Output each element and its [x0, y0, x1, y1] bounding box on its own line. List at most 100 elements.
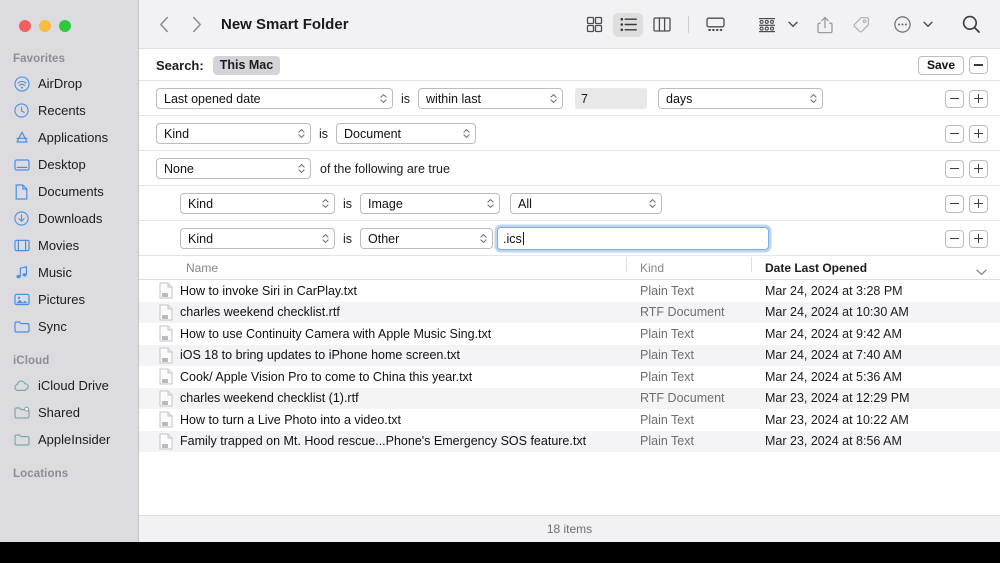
- table-row[interactable]: How to invoke Siri in CarPlay.txt Plain …: [139, 280, 1000, 302]
- search-scope-this-mac[interactable]: This Mac: [213, 56, 281, 75]
- maximize-window-button[interactable]: [59, 20, 71, 32]
- forward-button[interactable]: [187, 14, 205, 36]
- view-switcher: [579, 13, 730, 37]
- column-header-date-last-opened[interactable]: Date Last Opened: [765, 261, 1000, 275]
- minimize-window-button[interactable]: [39, 20, 51, 32]
- sidebar-item-recents[interactable]: Recents: [0, 97, 138, 124]
- file-name-cell: charles weekend checklist.rtf: [159, 304, 640, 321]
- sidebar-item-label: Documents: [38, 184, 104, 199]
- column-header-name[interactable]: Name: [186, 261, 640, 275]
- criterion-unit-select-1[interactable]: days: [658, 88, 823, 109]
- save-button[interactable]: Save: [918, 56, 964, 75]
- table-row[interactable]: iOS 18 to bring updates to iPhone home s…: [139, 345, 1000, 367]
- file-list[interactable]: How to invoke Siri in CarPlay.txt Plain …: [139, 280, 1000, 515]
- sidebar-item-sync[interactable]: Sync: [0, 313, 138, 340]
- add-criterion-button[interactable]: [969, 230, 988, 248]
- sidebar-item-music[interactable]: Music: [0, 259, 138, 286]
- sidebar-item-shared[interactable]: Shared: [0, 399, 138, 426]
- criterion-group-operator-select[interactable]: None: [156, 158, 311, 179]
- remove-criterion-button[interactable]: [945, 160, 964, 178]
- remove-criterion-button[interactable]: [969, 56, 988, 74]
- list-view-button[interactable]: [613, 13, 643, 37]
- sidebar-item-downloads[interactable]: Downloads: [0, 205, 138, 232]
- add-criterion-button[interactable]: [969, 125, 988, 143]
- criterion-attribute-select-2[interactable]: Kind: [156, 123, 311, 144]
- criterion-operator-select-5[interactable]: Other: [360, 228, 493, 249]
- criterion-attribute-select-1[interactable]: Last opened date: [156, 88, 393, 109]
- file-date-last-opened: Mar 24, 2024 at 10:30 AM: [765, 305, 1000, 319]
- criterion-row-3: None of the following are true: [139, 151, 1000, 186]
- table-row[interactable]: charles weekend checklist.rtf RTF Docume…: [139, 302, 1000, 324]
- file-date-last-opened: Mar 23, 2024 at 12:29 PM: [765, 391, 1000, 405]
- icon-view-button[interactable]: [579, 13, 609, 37]
- chevron-down-icon[interactable]: [786, 15, 799, 35]
- criterion-text-value: .ics: [503, 232, 522, 246]
- file-name-cell: How to invoke Siri in CarPlay.txt: [159, 282, 640, 299]
- file-name: How to use Continuity Camera with Apple …: [180, 327, 491, 341]
- remove-criterion-button[interactable]: [945, 125, 964, 143]
- table-row[interactable]: How to use Continuity Camera with Apple …: [139, 323, 1000, 345]
- group-by-control[interactable]: [752, 13, 799, 37]
- sidebar-item-pictures[interactable]: Pictures: [0, 286, 138, 313]
- file-kind: Plain Text: [640, 327, 765, 341]
- sidebar-item-desktop[interactable]: Desktop: [0, 151, 138, 178]
- rtf-file-icon: [159, 390, 173, 407]
- add-criterion-button[interactable]: [969, 90, 988, 108]
- criterion-attribute-select-5[interactable]: Kind: [180, 228, 335, 249]
- text-file-icon: [159, 368, 173, 385]
- criterion-attribute-select-4[interactable]: Kind: [180, 193, 335, 214]
- file-name-cell: How to use Continuity Camera with Apple …: [159, 325, 640, 342]
- sidebar-item-documents[interactable]: Documents: [0, 178, 138, 205]
- music-note-icon: [13, 264, 30, 281]
- criterion-operator-select-2[interactable]: Document: [336, 123, 476, 144]
- criterion-number-input-1[interactable]: [575, 88, 647, 109]
- sidebar-item-label: AppleInsider: [38, 432, 110, 447]
- file-kind: Plain Text: [640, 413, 765, 427]
- criterion-third-select-4[interactable]: All: [510, 193, 662, 214]
- group-by-button[interactable]: [752, 13, 782, 37]
- add-criterion-button[interactable]: [969, 160, 988, 178]
- stepper-arrows-icon: [321, 199, 330, 208]
- back-button[interactable]: [155, 14, 173, 36]
- remove-criterion-button[interactable]: [945, 230, 964, 248]
- table-row[interactable]: Family trapped on Mt. Hood rescue...Phon…: [139, 431, 1000, 453]
- sidebar-item-appleinsider[interactable]: AppleInsider: [0, 426, 138, 453]
- main-content: New Smart Folder: [139, 0, 1000, 542]
- add-criterion-button[interactable]: [969, 195, 988, 213]
- share-button[interactable]: [810, 13, 840, 37]
- table-row[interactable]: Cook/ Apple Vision Pro to come to China …: [139, 366, 1000, 388]
- sidebar-item-applications[interactable]: Applications: [0, 124, 138, 151]
- column-header-kind[interactable]: Kind: [640, 261, 765, 275]
- sidebar-item-movies[interactable]: Movies: [0, 232, 138, 259]
- search-button[interactable]: [956, 13, 986, 37]
- tag-button[interactable]: [846, 13, 876, 37]
- sidebar-item-airdrop[interactable]: AirDrop: [0, 70, 138, 97]
- sidebar-item-label: Music: [38, 265, 72, 280]
- file-name-cell: Family trapped on Mt. Hood rescue...Phon…: [159, 433, 640, 450]
- remove-criterion-button[interactable]: [945, 90, 964, 108]
- gallery-view-button[interactable]: [700, 13, 730, 37]
- remove-criterion-button[interactable]: [945, 195, 964, 213]
- file-date-last-opened: Mar 23, 2024 at 8:56 AM: [765, 434, 1000, 448]
- criterion-operator-value: Document: [344, 127, 456, 141]
- criterion-text-input-5[interactable]: .ics: [497, 227, 769, 250]
- criterion-attribute-value: Kind: [164, 127, 291, 141]
- more-actions-button[interactable]: [887, 13, 917, 37]
- table-row[interactable]: How to turn a Live Photo into a video.tx…: [139, 409, 1000, 431]
- file-date-last-opened: Mar 24, 2024 at 3:28 PM: [765, 284, 1000, 298]
- downloads-icon: [13, 210, 30, 227]
- more-actions-control[interactable]: [887, 13, 934, 37]
- text-file-icon: [159, 325, 173, 342]
- chevron-down-icon[interactable]: [976, 263, 987, 281]
- close-window-button[interactable]: [19, 20, 31, 32]
- criterion-operator-select-1[interactable]: within last: [418, 88, 563, 109]
- shared-folder-icon: [13, 404, 30, 421]
- table-row[interactable]: charles weekend checklist (1).rtf RTF Do…: [139, 388, 1000, 410]
- criterion-operator-select-4[interactable]: Image: [360, 193, 500, 214]
- file-name-cell: charles weekend checklist (1).rtf: [159, 390, 640, 407]
- sidebar-item-icloud-drive[interactable]: iCloud Drive: [0, 372, 138, 399]
- chevron-down-icon[interactable]: [921, 15, 934, 35]
- file-name-cell: iOS 18 to bring updates to iPhone home s…: [159, 347, 640, 364]
- criterion-operator-word-1: is: [401, 92, 410, 106]
- column-view-button[interactable]: [647, 13, 677, 37]
